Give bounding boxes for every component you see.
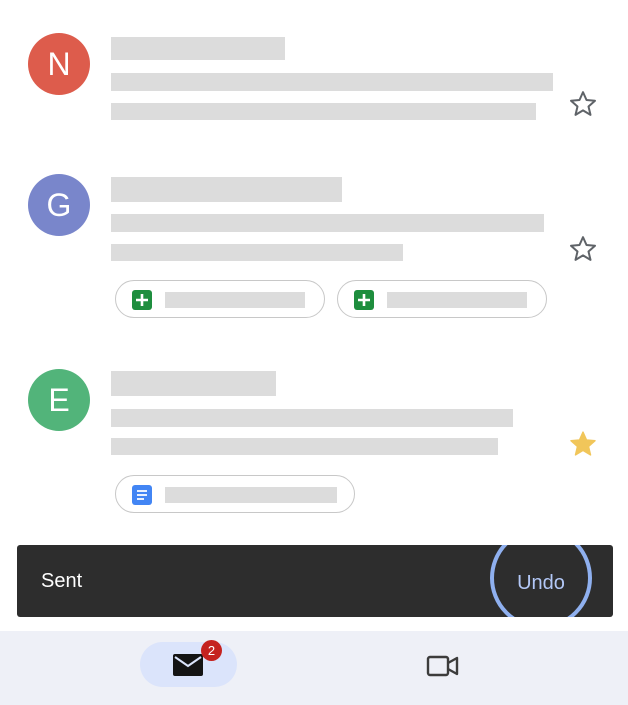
sender-placeholder [111,371,276,396]
sheets-icon [354,290,374,310]
nav-mail-tab[interactable]: 2 [140,640,237,687]
star-outline-icon[interactable] [568,89,598,119]
email-row[interactable]: E [0,345,628,525]
attachment-name-placeholder [387,292,527,308]
subject-placeholder [111,214,544,232]
sender-avatar: G [28,174,90,236]
subject-placeholder [111,409,513,427]
attachment-chip[interactable] [115,475,355,513]
star-outline-icon[interactable] [568,234,598,264]
attachment-name-placeholder [165,487,337,503]
attachment-chip[interactable] [115,280,325,318]
undo-button[interactable]: Undo [490,545,592,617]
video-camera-icon[interactable] [426,653,460,679]
sheets-icon [132,290,152,310]
unread-badge: 2 [201,640,222,661]
mail-icon [173,654,203,676]
sender-placeholder [111,177,342,202]
subject-placeholder [111,73,553,91]
email-row[interactable]: N [0,0,628,140]
sender-avatar: E [28,369,90,431]
star-filled-icon[interactable] [568,429,598,459]
snippet-placeholder [111,103,536,120]
snackbar: Sent Undo [17,545,613,617]
bottom-navigation: 2 [0,631,628,705]
snippet-placeholder [111,438,498,455]
email-row[interactable]: G [0,150,628,330]
undo-label: Undo [517,572,565,594]
attachment-chip[interactable] [337,280,547,318]
sender-avatar: N [28,33,90,95]
snackbar-message: Sent [41,570,83,592]
sender-placeholder [111,37,285,60]
snippet-placeholder [111,244,403,261]
docs-icon [132,485,152,505]
attachment-name-placeholder [165,292,305,308]
